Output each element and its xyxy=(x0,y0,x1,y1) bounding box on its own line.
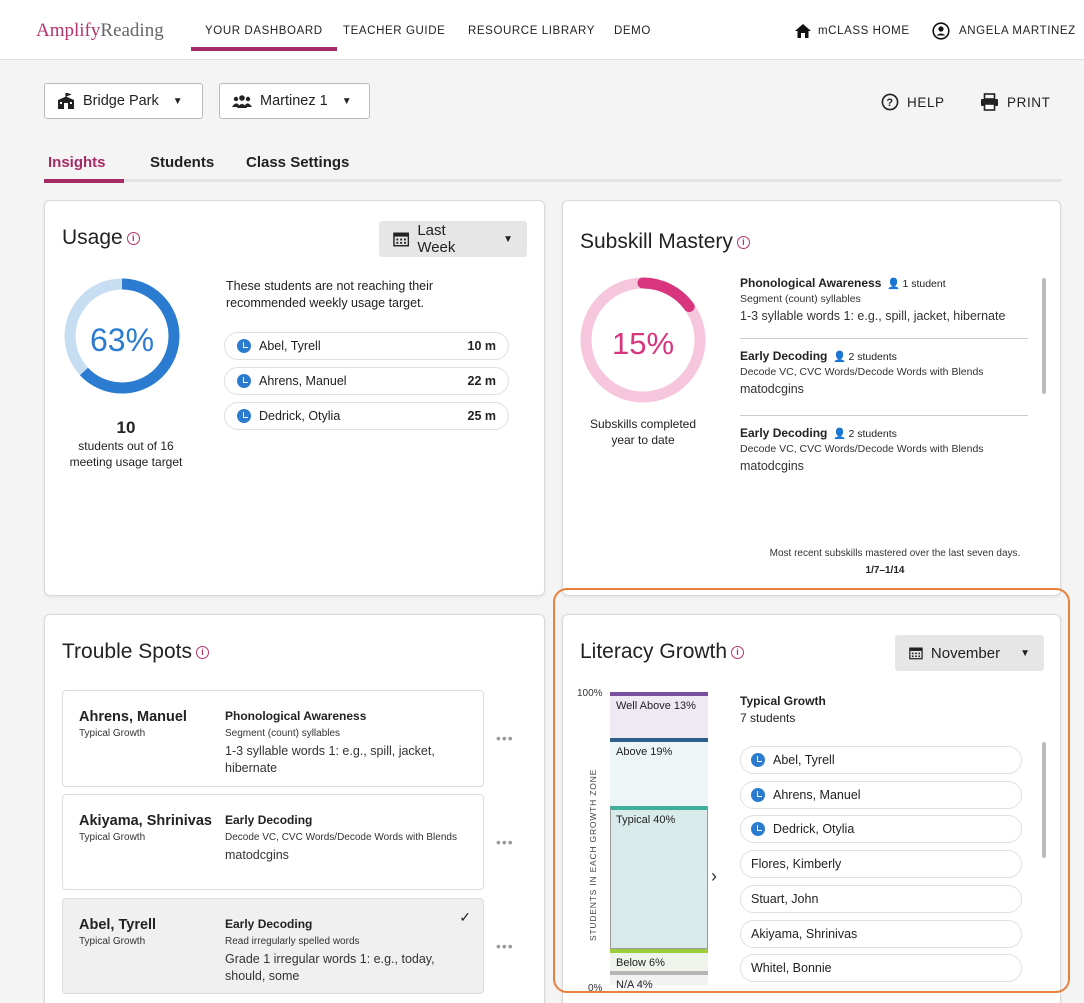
print-button[interactable]: PRINT xyxy=(980,93,1051,111)
person-icon: 👤 xyxy=(833,351,847,363)
school-dropdown[interactable]: Bridge Park ▼ xyxy=(44,83,203,119)
class-name: Martinez 1 xyxy=(260,93,328,109)
nav-teacher-guide[interactable]: TEACHER GUIDE xyxy=(343,25,445,37)
home-icon[interactable] xyxy=(794,23,812,39)
subskill-percent: 15% xyxy=(612,326,674,361)
trouble-spot-row[interactable]: Akiyama, Shrinivas Typical Growth Early … xyxy=(62,794,484,890)
checkmark-icon: ✓ xyxy=(459,909,471,925)
subskill-date-range: 1/7–1/14 xyxy=(865,565,905,576)
amplify-reading-logo[interactable]: AmplifyReading xyxy=(36,20,164,42)
help-label: HELP xyxy=(907,94,945,110)
info-icon[interactable]: i xyxy=(126,232,140,245)
tab-class-settings[interactable]: Class Settings xyxy=(246,154,349,171)
trouble-spots-title: Trouble Spots i xyxy=(62,640,209,664)
help-button[interactable]: ? HELP xyxy=(881,93,945,111)
trouble-spot-row[interactable]: Ahrens, Manuel Typical Growth Phonologic… xyxy=(62,690,484,787)
nav-your-dashboard[interactable]: YOUR DASHBOARD xyxy=(191,25,337,51)
subskill-item[interactable]: Phonological Awareness 👤 1 student Segment… xyxy=(740,276,1030,323)
usage-count-desc-1: students out of 16 xyxy=(78,439,174,453)
trouble-spot-row-selected[interactable]: Abel, Tyrell Typical Growth Early Decodi… xyxy=(62,898,484,994)
usage-count: 10 xyxy=(116,418,136,437)
svg-text:?: ? xyxy=(886,97,893,109)
usage-student-row[interactable]: Ahrens, Manuel 22 m xyxy=(224,367,509,395)
top-nav: AmplifyReading YOUR DASHBOARD TEACHER GU… xyxy=(0,0,1084,60)
usage-student-row[interactable]: Abel, Tyrell 10 m xyxy=(224,332,509,360)
divider xyxy=(740,338,1028,339)
usage-period-dropdown[interactable]: Last Week ▼ xyxy=(379,221,527,257)
subskill-caption-2: year to date xyxy=(611,433,675,447)
group-icon xyxy=(232,95,252,108)
help-icon: ? xyxy=(881,93,899,111)
usage-percent: 63% xyxy=(90,322,154,358)
school-icon xyxy=(58,93,74,109)
usage-donut: 63% xyxy=(64,278,180,394)
chevron-down-icon: ▼ xyxy=(503,233,513,245)
nav-demo[interactable]: DEMO xyxy=(614,25,651,37)
usage-student-row[interactable]: Dedrick, Otylia 25 m xyxy=(224,402,509,430)
print-label: PRINT xyxy=(1007,94,1051,110)
person-icon: 👤 xyxy=(833,428,847,440)
tab-students[interactable]: Students xyxy=(150,154,214,171)
printer-icon xyxy=(981,93,998,111)
nav-user-menu[interactable]: ANGELA MARTINEZ xyxy=(959,25,1076,37)
tab-insights[interactable]: Insights xyxy=(44,154,123,183)
person-icon: 👤 xyxy=(887,278,901,290)
subskill-donut: 15% xyxy=(580,277,706,403)
clock-icon xyxy=(237,339,251,353)
more-options-icon[interactable]: ••• xyxy=(496,938,514,954)
usage-message: These students are not reaching their re… xyxy=(226,279,434,310)
nav-mclass-home[interactable]: mCLASS HOME xyxy=(818,25,910,37)
more-options-icon[interactable]: ••• xyxy=(496,834,514,850)
subskill-scrollbar[interactable] xyxy=(1042,278,1046,394)
clock-icon xyxy=(237,409,251,423)
subskill-caption-1: Subskills completed xyxy=(589,417,697,431)
subskill-title: Subskill Mastery i xyxy=(580,230,750,254)
nav-resource-library[interactable]: RESOURCE LIBRARY xyxy=(468,25,595,37)
info-icon[interactable]: i xyxy=(195,646,209,659)
usage-card xyxy=(44,200,545,596)
chevron-down-icon: ▼ xyxy=(172,95,183,107)
clock-icon xyxy=(237,374,251,388)
class-dropdown[interactable]: Martinez 1 ▼ xyxy=(219,83,370,119)
subskill-item[interactable]: Early Decoding 👤 2 students Decode VC, CVC… xyxy=(740,426,1030,473)
divider xyxy=(740,415,1028,416)
more-options-icon[interactable]: ••• xyxy=(496,730,514,746)
school-name: Bridge Park xyxy=(83,93,159,109)
usage-title: Usage i xyxy=(62,226,140,250)
highlight-box xyxy=(553,588,1070,993)
info-icon[interactable]: i xyxy=(736,236,750,249)
usage-count-desc-2: meeting usage target xyxy=(69,455,183,469)
subskill-footer: Most recent subskills mastered over the … xyxy=(769,548,1021,559)
chevron-down-icon: ▼ xyxy=(341,95,352,107)
subskill-item[interactable]: Early Decoding 👤 2 students Decode VC, CVC… xyxy=(740,349,1030,396)
calendar-icon xyxy=(393,232,410,247)
user-avatar-icon[interactable] xyxy=(932,22,950,40)
usage-period-label: Last Week xyxy=(417,222,456,256)
tab-bar: Insights Students Class Settings xyxy=(44,150,1062,183)
